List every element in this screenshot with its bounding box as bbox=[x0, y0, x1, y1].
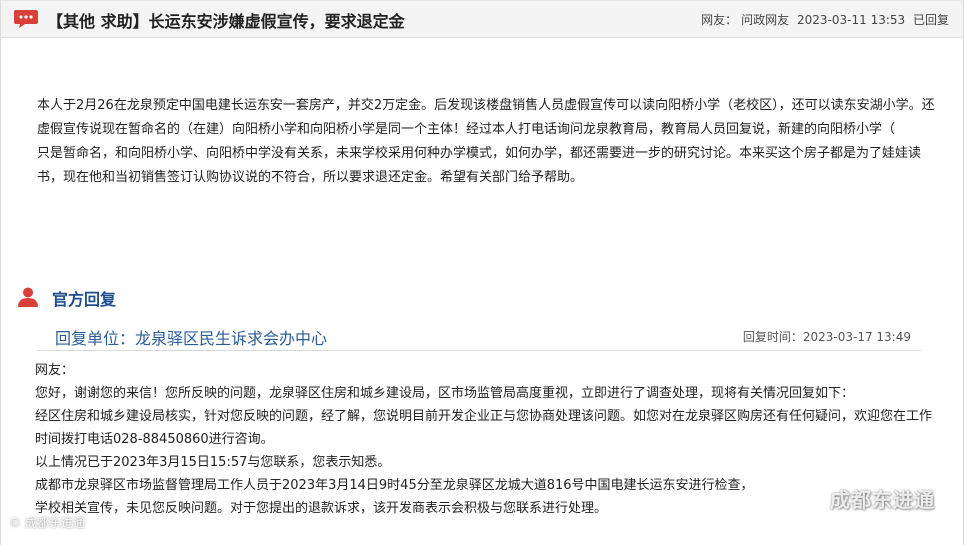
reply-unit-label: 回复单位： bbox=[55, 329, 136, 348]
watermark-right: 成都东进通 bbox=[804, 484, 935, 513]
person-icon bbox=[18, 287, 38, 307]
post-meta: 网友： 问政网友 2023-03-11 13:53 已回复 bbox=[697, 11, 949, 28]
post-paragraph: 本人于2月26在龙泉预定中国电建长运东安一套房产，并交2万定金。后发现该楼盘销售… bbox=[37, 98, 935, 137]
post-header: 【其他 求助】长运东安涉嫌虚假宣传，要求退定金 网友： 问政网友 2023-03-… bbox=[1, 0, 963, 38]
speech-bubble-icon bbox=[14, 10, 38, 28]
official-reply-label: 官方回复 bbox=[52, 290, 117, 309]
user-name[interactable]: 问政网友 bbox=[741, 13, 789, 27]
post-datetime: 2023-03-11 13:53 bbox=[797, 13, 906, 27]
status-badge: 已回复 bbox=[912, 13, 949, 27]
reply-time: 回复时间：2023-03-17 13:49 bbox=[743, 328, 911, 345]
reply-paragraph: 网友： bbox=[35, 363, 75, 378]
watermark-left: © 成都东进通 bbox=[9, 516, 85, 530]
reply-time-value: 2023-03-17 13:49 bbox=[802, 330, 911, 344]
reply-time-label: 回复时间： bbox=[742, 330, 803, 344]
page: 【其他 求助】长运东安涉嫌虚假宣传，要求退定金 网友： 问政网友 2023-03-… bbox=[0, 0, 964, 545]
reply-unit-name: 龙泉驿区民生诉求会办中心 bbox=[135, 329, 328, 348]
reply-paragraph: 您好，谢谢您的来信！您所反映的问题，龙泉驿区住房和城乡建设局，区市场监管局高度重… bbox=[35, 386, 855, 401]
watermark-right-text: 成都东进通 bbox=[830, 488, 935, 512]
reply-meta: 回复单位：龙泉驿区民生诉求会办中心 回复时间：2023-03-17 13:49 bbox=[37, 322, 921, 351]
post-paragraph: 只是暂命名，和向阳桥小学、向阳桥中学没有关系，未来学校采用何种办学模式，如何办学… bbox=[37, 146, 922, 185]
wechat-logo-icon bbox=[804, 490, 826, 509]
post-body: 本人于2月26在龙泉预定中国电建长运东安一套房产，并交2万定金。后发现该楼盘销售… bbox=[37, 94, 937, 190]
user-label: 网友： bbox=[701, 13, 738, 27]
reply-paragraph: 以上情况已于2023年3月15日15:57与您联系，您表示知悉。 bbox=[35, 455, 391, 470]
reply-paragraph: 经区住房和城乡建设局核实，针对您反映的问题，经了解，您说明目前开发企业正与您协商… bbox=[35, 409, 933, 447]
reply-unit: 回复单位：龙泉驿区民生诉求会办中心 bbox=[55, 325, 327, 349]
post-title: 【其他 求助】长运东安涉嫌虚假宣传，要求退定金 bbox=[47, 12, 405, 31]
